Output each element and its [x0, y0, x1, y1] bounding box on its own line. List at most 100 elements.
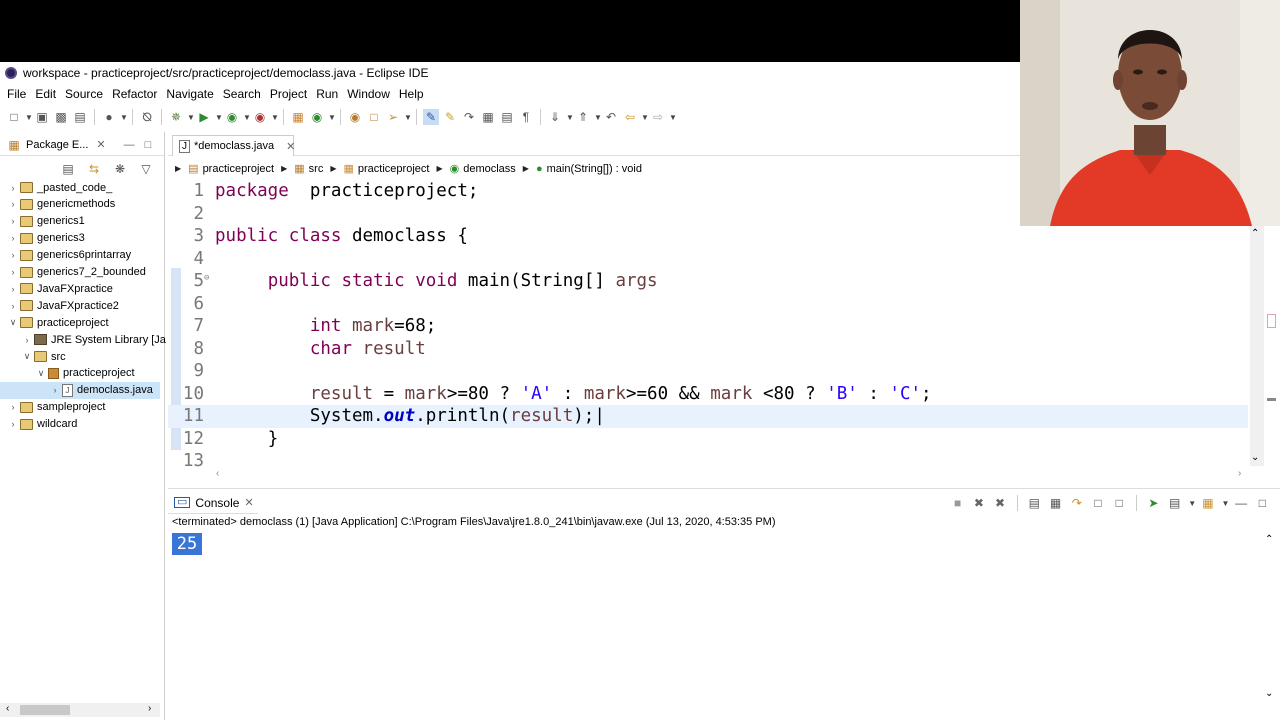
menu-run[interactable]: Run	[313, 87, 344, 101]
chevron-right-icon[interactable]: ›	[50, 385, 60, 395]
chevron-right-icon[interactable]: ›	[8, 216, 18, 226]
open-folder-icon[interactable]: □	[366, 109, 382, 125]
breadcrumb-item[interactable]: democlass	[463, 163, 516, 175]
last-edit-location-icon[interactable]: ↶	[603, 109, 619, 125]
tree-item[interactable]: › JRE System Library [Ja	[0, 331, 166, 348]
new-icon[interactable]: □	[6, 109, 22, 125]
console-vscroll[interactable]: ⌃ ⌄	[1264, 534, 1278, 704]
collapse-all-icon[interactable]: ▤	[60, 161, 76, 177]
profile-icon[interactable]: ●	[101, 109, 117, 125]
filters-icon[interactable]: ❋	[112, 161, 128, 177]
menu-navigate[interactable]: Navigate	[163, 87, 219, 101]
menu-help[interactable]: Help	[396, 87, 430, 101]
close-icon[interactable]: ✕	[244, 496, 253, 509]
scroll-left-icon[interactable]: ‹	[216, 468, 219, 479]
chevron-right-icon[interactable]: ›	[8, 183, 18, 193]
skip-breakpoints-icon[interactable]: ⦰	[139, 109, 155, 125]
scroll-lock-icon[interactable]: ▦	[1048, 495, 1063, 511]
console-output[interactable]: 25	[172, 533, 202, 555]
tree-item[interactable]: ∨ practiceproject	[0, 365, 135, 382]
menu-project[interactable]: Project	[267, 87, 313, 101]
breadcrumb-arrow-icon[interactable]: ▶	[175, 164, 181, 173]
remove-all-terminated-icon[interactable]: ✖	[992, 495, 1007, 511]
coverage-icon[interactable]: ◉	[224, 109, 240, 125]
save-all-icon[interactable]: ▩	[53, 109, 69, 125]
terminate-icon[interactable]: ■	[950, 495, 965, 511]
chevron-down-icon[interactable]: ∨	[36, 368, 46, 379]
code-line[interactable]: 8 char result	[168, 338, 1248, 361]
breadcrumb-arrow-icon[interactable]: ▶	[523, 164, 529, 173]
highlight-icon[interactable]: ✎	[442, 109, 458, 125]
maximize-icon[interactable]: □	[1255, 495, 1270, 511]
clear-console-icon[interactable]: ▤	[1027, 495, 1042, 511]
code-line[interactable]: 5 public static void main(String[] args ⊖	[168, 270, 1248, 293]
chevron-down-icon[interactable]: ▼	[187, 113, 195, 122]
breadcrumb-item[interactable]: main(String[]) : void	[547, 163, 642, 175]
tree-item[interactable]: › Jdemoclass.java	[0, 381, 160, 399]
chevron-down-icon[interactable]: ▼	[120, 113, 128, 122]
editor-hscroll[interactable]: ‹ ›	[210, 468, 1250, 482]
new-class-icon[interactable]: ◉	[309, 109, 325, 125]
chevron-right-icon[interactable]: ›	[8, 419, 18, 429]
previous-edit-icon[interactable]: ⇑	[575, 109, 591, 125]
console-tab[interactable]: ▭ Console ✕	[168, 492, 258, 514]
scroll-up-icon[interactable]: ⌃	[1251, 228, 1259, 239]
chevron-down-icon[interactable]: ∨	[22, 351, 32, 362]
breadcrumb-arrow-icon[interactable]: ▶	[436, 164, 442, 173]
view-menu-icon[interactable]: ▽	[138, 161, 154, 177]
close-icon[interactable]: ✕	[286, 140, 295, 153]
chevron-right-icon[interactable]: ›	[8, 284, 18, 294]
chevron-down-icon[interactable]: ▼	[641, 113, 649, 122]
display-console-icon[interactable]: ▤	[1167, 495, 1182, 511]
show-whitespace-icon[interactable]: ▤	[499, 109, 515, 125]
link-with-editor-icon[interactable]: ⇆	[86, 161, 102, 177]
chevron-down-icon[interactable]: ▼	[1188, 499, 1196, 508]
code-line[interactable]: 12 }	[168, 428, 1248, 451]
scroll-up-icon[interactable]: ⌃	[1265, 534, 1273, 545]
code-line[interactable]: 6	[168, 293, 1248, 316]
package-explorer-tab[interactable]: ▦ Package E... ✕ — □	[0, 134, 165, 156]
code-line[interactable]: 10 result = mark>=80 ? 'A' : mark>=60 &&…	[168, 383, 1248, 406]
run-icon[interactable]: ▶	[196, 109, 212, 125]
scroll-left-icon[interactable]: ‹	[6, 703, 9, 714]
maximize-icon[interactable]: □	[145, 139, 152, 151]
scroll-down-icon[interactable]: ⌄	[1265, 688, 1273, 699]
external-tools-icon[interactable]: ◉	[252, 109, 268, 125]
tree-item[interactable]: › genericmethods	[0, 196, 116, 213]
code-line[interactable]: 9	[168, 360, 1248, 383]
chevron-down-icon[interactable]: ▼	[404, 113, 412, 122]
code-line[interactable]: 7 int mark=68;	[168, 315, 1248, 338]
block-selection-icon[interactable]: ▦	[480, 109, 496, 125]
package-explorer-hscroll[interactable]: ‹ ›	[0, 703, 160, 717]
chevron-right-icon[interactable]: ›	[8, 199, 18, 209]
tree-item[interactable]: ∨ src	[0, 348, 66, 365]
chevron-down-icon[interactable]: ∨	[8, 317, 18, 328]
save-icon[interactable]: ▣	[34, 109, 50, 125]
chevron-down-icon[interactable]: ▼	[566, 113, 574, 122]
menu-source[interactable]: Source	[62, 87, 109, 101]
menu-edit[interactable]: Edit	[32, 87, 62, 101]
show-console-error-icon[interactable]: □	[1112, 495, 1127, 511]
debug-icon[interactable]: ✵	[168, 109, 184, 125]
chevron-down-icon[interactable]: ▼	[271, 113, 279, 122]
scroll-right-icon[interactable]: ›	[148, 703, 151, 714]
editor-tab-democlass[interactable]: J *democlass.java ✕	[172, 135, 295, 156]
word-wrap-icon[interactable]: ↷	[1069, 495, 1084, 511]
chevron-down-icon[interactable]: ▼	[243, 113, 251, 122]
new-java-project-icon[interactable]: ▦	[290, 109, 306, 125]
code-line[interactable]: 4	[168, 248, 1248, 271]
code-line[interactable]: 11 System.out.println(result);|	[168, 405, 1248, 428]
scroll-down-icon[interactable]: ⌄	[1251, 452, 1259, 463]
close-icon[interactable]: ✕	[96, 138, 105, 151]
remove-launch-icon[interactable]: ✖	[971, 495, 986, 511]
menu-refactor[interactable]: Refactor	[109, 87, 163, 101]
minimize-icon[interactable]: —	[124, 139, 135, 151]
tree-item[interactable]: › generics1	[0, 213, 85, 230]
pin-console-icon[interactable]: ➤	[1146, 495, 1161, 511]
forward-icon[interactable]: ⇨	[650, 109, 666, 125]
editor-vscroll[interactable]	[1250, 226, 1264, 466]
tree-item[interactable]: › generics3	[0, 230, 85, 247]
chevron-right-icon[interactable]: ›	[22, 335, 32, 345]
chevron-down-icon[interactable]: ▼	[215, 113, 223, 122]
chevron-down-icon[interactable]: ▼	[1221, 499, 1229, 508]
